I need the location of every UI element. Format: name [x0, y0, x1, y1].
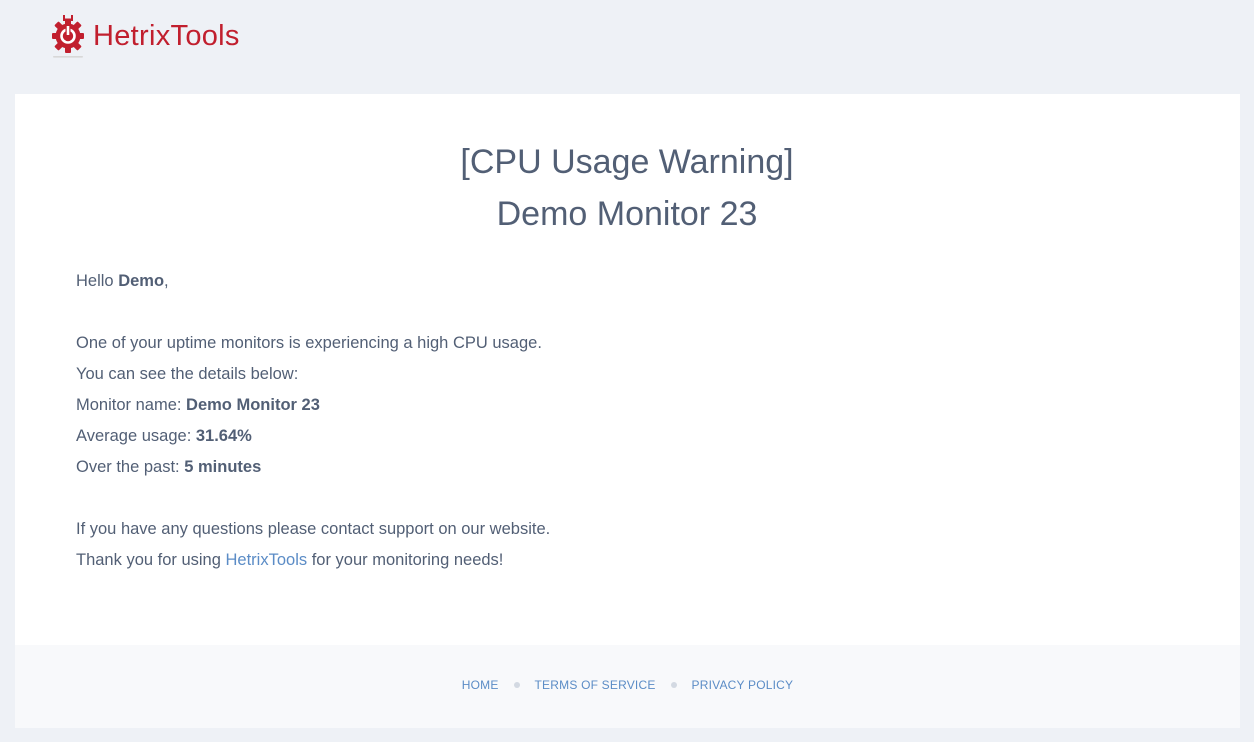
thanks-prefix: Thank you for using: [76, 551, 226, 569]
footer-link-terms-of-service[interactable]: TERMS OF SERVICE: [535, 678, 656, 692]
gear-power-logo-icon: [52, 15, 84, 58]
period-line: Over the past: 5 minutes: [76, 452, 1176, 483]
separator-dot: [513, 682, 520, 688]
period-value: 5 minutes: [184, 458, 262, 476]
average-usage-value: 31.64%: [195, 427, 252, 445]
brand-name: HetrixTools: [93, 20, 240, 52]
questions-line: If you have any questions please contact…: [76, 520, 551, 538]
brand-logo[interactable]: HetrixTools: [50, 13, 240, 59]
email-header: HetrixTools: [0, 0, 1254, 94]
thanks-suffix: for your monitoring needs!: [307, 551, 504, 569]
email-body: Hello Demo, One of your uptime monitors …: [76, 266, 1176, 576]
thanks-line: Thank you for using HetrixTools for your…: [76, 545, 1176, 576]
greeting-suffix: ,: [164, 272, 169, 290]
greeting-name: Demo: [118, 272, 165, 290]
alert-title-monitor: Demo Monitor 23: [496, 195, 758, 233]
footer-link-privacy-policy[interactable]: PRIVACY POLICY: [692, 678, 794, 692]
footer-link-home[interactable]: HOME: [462, 678, 499, 692]
footer-nav: HOME TERMS OF SERVICE PRIVACY POLICY: [15, 678, 1240, 692]
hetrixtools-link[interactable]: HetrixTools: [226, 551, 308, 569]
details-intro-line: You can see the details below:: [76, 365, 299, 383]
monitor-name-value: Demo Monitor 23: [186, 396, 320, 414]
average-usage-label: Average usage:: [76, 427, 196, 445]
period-label: Over the past:: [76, 458, 185, 476]
intro-line: One of your uptime monitors is experienc…: [76, 334, 542, 352]
greeting-prefix: Hello: [76, 272, 119, 290]
average-usage-line: Average usage: 31.64%: [76, 421, 1176, 452]
monitor-name-label: Monitor name:: [76, 396, 187, 414]
separator-dot: [670, 682, 677, 688]
email-footer: HOME TERMS OF SERVICE PRIVACY POLICY: [15, 645, 1240, 728]
greeting-line: Hello Demo,: [76, 266, 1176, 297]
monitor-name-line: Monitor name: Demo Monitor 23: [76, 390, 1176, 421]
alert-title: [CPU Usage Warning] Demo Monitor 23: [0, 136, 1254, 240]
alert-title-type: [CPU Usage Warning]: [460, 143, 794, 181]
